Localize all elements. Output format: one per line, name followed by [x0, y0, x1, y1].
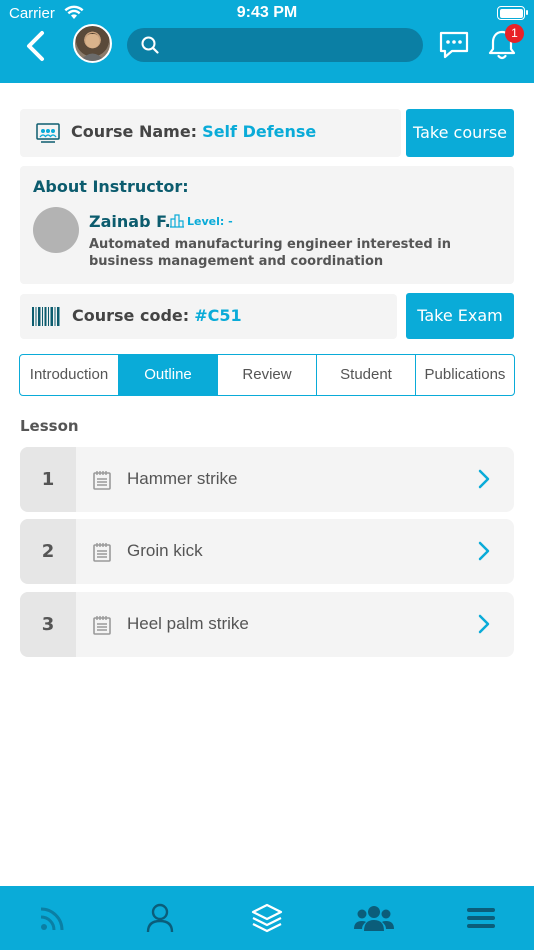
course-name-card: Course Name: Self Defense — [20, 109, 401, 157]
search-icon — [141, 36, 159, 58]
lesson-number: 3 — [20, 592, 76, 657]
nav-groups[interactable] — [320, 886, 427, 950]
notification-badge: 1 — [505, 24, 524, 43]
back-button[interactable] — [22, 30, 50, 62]
tab-student[interactable]: Student — [317, 355, 416, 395]
about-instructor-title: About Instructor: — [33, 177, 189, 196]
battery-icon — [497, 6, 528, 20]
search-input[interactable] — [165, 28, 415, 62]
notepad-icon — [93, 615, 111, 639]
tab-publications[interactable]: Publications — [416, 355, 514, 395]
course-code-label: Course code: — [72, 306, 190, 325]
user-avatar[interactable] — [73, 24, 112, 63]
chevron-right-icon — [478, 469, 490, 493]
instructor-name[interactable]: Zainab F. — [89, 212, 171, 231]
instructor-level: Level: - — [170, 214, 233, 228]
tab-review[interactable]: Review — [218, 355, 317, 395]
level-label: Level: - — [187, 214, 233, 228]
chevron-left-icon — [27, 31, 44, 61]
instructor-card: About Instructor: Zainab F. Level: - Aut… — [20, 166, 514, 284]
course-tabs: Introduction Outline Review Student Publ… — [19, 354, 515, 396]
nav-courses[interactable] — [214, 886, 321, 950]
groups-icon — [353, 906, 394, 931]
nav-profile[interactable] — [107, 886, 214, 950]
feed-icon — [41, 907, 64, 931]
lesson-title: Groin kick — [127, 541, 203, 560]
lesson-number: 1 — [20, 447, 76, 512]
courses-icon — [251, 903, 283, 933]
nav-menu[interactable] — [427, 886, 534, 950]
bottom-nav — [0, 886, 534, 950]
course-name-label: Course Name: — [71, 122, 198, 141]
messages-button[interactable] — [438, 30, 470, 60]
tab-outline[interactable]: Outline — [119, 355, 218, 395]
profile-icon — [146, 903, 174, 933]
lesson-heading: Lesson — [20, 417, 79, 435]
nav-feed[interactable] — [0, 886, 107, 950]
tab-introduction[interactable]: Introduction — [20, 355, 119, 395]
clock: 9:43 PM — [236, 4, 298, 21]
classroom-icon — [36, 123, 60, 147]
course-code-card: Course code: #C51 — [20, 294, 397, 339]
chat-icon — [439, 31, 469, 59]
menu-icon — [466, 908, 495, 928]
instructor-avatar[interactable] — [33, 207, 79, 253]
lesson-item[interactable]: 1 Hammer strike — [20, 447, 514, 512]
chevron-right-icon — [478, 541, 490, 565]
course-code: Course code: #C51 — [72, 306, 242, 325]
lesson-title: Heel palm strike — [127, 614, 249, 633]
instructor-bio: Automated manufacturing engineer interes… — [89, 237, 451, 269]
level-icon — [170, 214, 184, 228]
take-exam-button[interactable]: Take Exam — [406, 293, 514, 339]
search-bar[interactable] — [127, 28, 423, 62]
chevron-right-icon — [478, 614, 490, 638]
lesson-number: 2 — [20, 519, 76, 584]
lesson-item[interactable]: 2 Groin kick — [20, 519, 514, 584]
lesson-title: Hammer strike — [127, 469, 238, 488]
status-bar: Carrier 9:43 PM — [0, 0, 534, 26]
take-course-button[interactable]: Take course — [406, 109, 514, 157]
notepad-icon — [93, 470, 111, 494]
course-name-value: Self Defense — [202, 122, 317, 141]
course-code-value: #C51 — [194, 306, 242, 325]
lesson-item[interactable]: 3 Heel palm strike — [20, 592, 514, 657]
app-header: Carrier 9:43 PM 1 — [0, 0, 534, 83]
course-name: Course Name: Self Defense — [71, 122, 316, 141]
barcode-icon — [32, 307, 60, 330]
notepad-icon — [93, 542, 111, 566]
